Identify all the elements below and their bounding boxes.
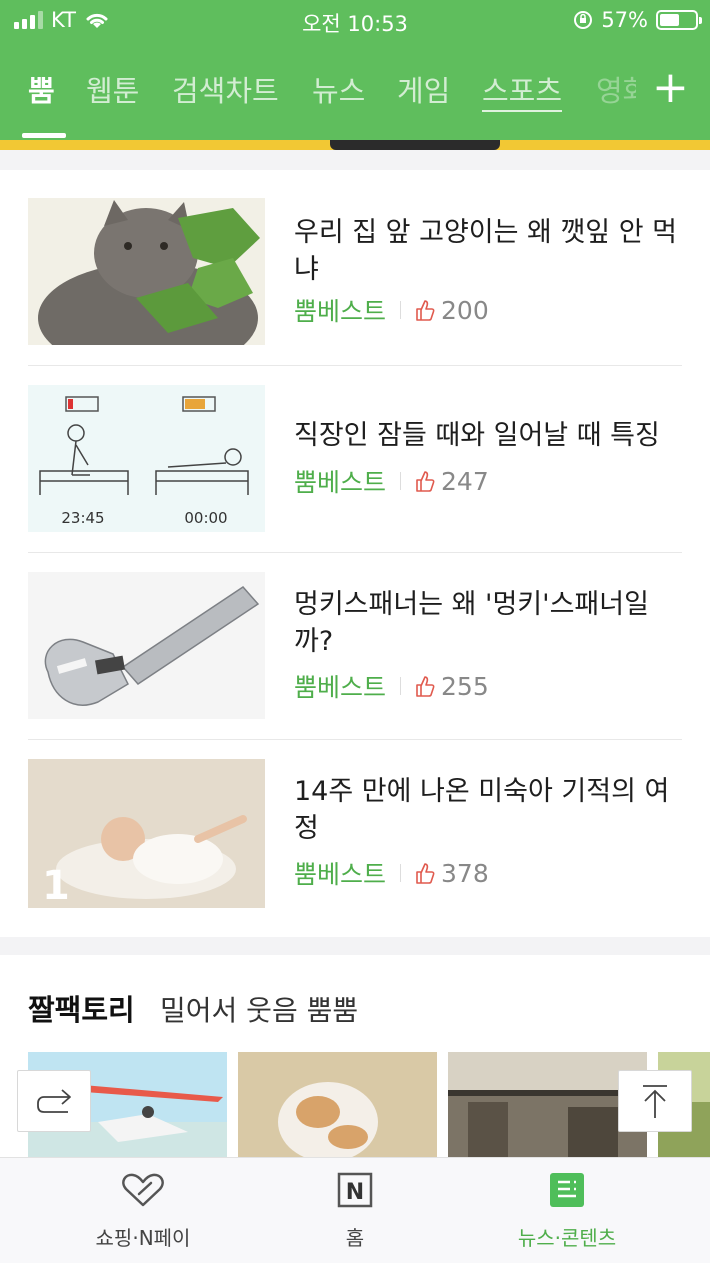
status-right: 57% <box>573 8 702 32</box>
article-title[interactable]: 직장인 잠들 때와 일어날 때 특징 <box>294 417 686 454</box>
meta-divider <box>400 301 402 319</box>
list-item[interactable]: 1 14주 만에 나온 미숙아 기적의 여정 뿜베스트 378 <box>28 759 682 908</box>
article-list: 우리 집 앞 고양이는 왜 깻잎 안 먹냐 뿜베스트 200 23:45 00:… <box>0 170 710 937</box>
wrench-image <box>28 572 265 719</box>
article-title[interactable]: 멍키스패너는 왜 '멍키'스패너일까? <box>294 586 686 660</box>
list-item[interactable]: 우리 집 앞 고양이는 왜 깻잎 안 먹냐 뿜베스트 200 <box>28 198 682 345</box>
nav-label: 뉴스·콘텐츠 <box>517 1226 617 1250</box>
battery-percent: 57% <box>601 8 648 32</box>
like-count: 247 <box>441 466 489 496</box>
meta-divider <box>400 677 402 695</box>
header: KT 오전 10:53 57% 뿜 웹툰 검색차트 뉴스 게임 스포츠 영 + <box>0 0 710 150</box>
article-source[interactable]: 뿜베스트 <box>294 463 386 499</box>
tab-news[interactable]: 뉴스 <box>312 68 365 110</box>
section-subtitle: 밀어서 웃음 뿜뿜 <box>160 994 359 1027</box>
nav-news-content[interactable]: 뉴스·콘텐츠 <box>467 1172 667 1251</box>
divider <box>28 365 682 366</box>
page: KT 오전 10:53 57% 뿜 웹툰 검색차트 뉴스 게임 스포츠 영 + … <box>0 0 710 1263</box>
banner-edge-dark <box>330 140 500 150</box>
article-source[interactable]: 뿜베스트 <box>294 292 386 328</box>
cat-image <box>28 198 265 345</box>
n-logo-glyph: N <box>346 1180 364 1205</box>
article-source[interactable]: 뿜베스트 <box>294 855 386 891</box>
n-logo-icon: N <box>337 1172 373 1208</box>
nav-label: 홈 <box>345 1226 365 1250</box>
share-icon <box>37 1089 71 1113</box>
tab-ppum[interactable]: 뿜 <box>28 68 55 110</box>
article-thumbnail[interactable] <box>28 198 265 345</box>
thumb-badge: 1 <box>42 863 70 908</box>
add-tab-button[interactable]: + <box>652 66 689 110</box>
heart-icon <box>122 1173 164 1207</box>
nav-home[interactable]: N 홈 <box>255 1172 455 1251</box>
list-item[interactable]: 멍키스패너는 왜 '멍키'스패너일까? 뿜베스트 255 <box>28 572 682 719</box>
article-thumbnail[interactable] <box>28 572 265 719</box>
thumb-time-right: 00:00 <box>184 509 227 527</box>
article-thumbnail[interactable]: 1 <box>28 759 265 908</box>
article-source[interactable]: 뿜베스트 <box>294 668 386 704</box>
article-meta: 뿜베스트 200 <box>294 292 489 328</box>
article-title[interactable]: 14주 만에 나온 미숙아 기적의 여정 <box>294 773 686 847</box>
thumbs-up-icon <box>416 863 435 884</box>
article-title[interactable]: 우리 집 앞 고양이는 왜 깻잎 안 먹냐 <box>294 214 686 288</box>
thumbs-up-icon <box>416 676 435 697</box>
meta-divider <box>400 472 402 490</box>
section-title: 짤팩토리 <box>28 993 135 1027</box>
article-meta: 뿜베스트 247 <box>294 463 489 499</box>
article-thumbnail[interactable]: 23:45 00:00 <box>28 385 265 532</box>
status-bar: KT 오전 10:53 57% <box>0 0 710 42</box>
battery-fill <box>660 14 680 26</box>
battery-icon <box>656 10 702 30</box>
divider <box>28 739 682 740</box>
like-count: 378 <box>441 858 489 888</box>
tab-game[interactable]: 게임 <box>397 68 450 110</box>
nav-label: 쇼핑·N페이 <box>95 1226 191 1250</box>
tab-search-chart[interactable]: 검색차트 <box>172 68 279 110</box>
gif-card[interactable] <box>238 1052 437 1162</box>
article-meta: 뿜베스트 255 <box>294 668 489 704</box>
thumbs-up-icon <box>416 471 435 492</box>
share-button[interactable] <box>17 1070 91 1132</box>
nav-shopping[interactable]: 쇼핑·N페이 <box>43 1172 243 1251</box>
list-item[interactable]: 23:45 00:00 직장인 잠들 때와 일어날 때 특징 뿜베스트 247 <box>28 385 682 532</box>
scroll-top-button[interactable] <box>618 1070 692 1132</box>
bottom-nav: 쇼핑·N페이 N 홈 뉴스·콘텐츠 <box>0 1157 710 1263</box>
category-tabs: 뿜 웹툰 검색차트 뉴스 게임 스포츠 영화 <box>0 58 710 118</box>
divider <box>28 552 682 553</box>
sleep-illustration: 23:45 00:00 <box>28 385 265 532</box>
article-meta: 뿜베스트 378 <box>294 855 489 891</box>
tab-webtoon[interactable]: 웹툰 <box>86 68 139 110</box>
arrow-up-icon <box>643 1085 667 1118</box>
news-icon <box>550 1173 584 1207</box>
active-tab-indicator <box>22 133 66 138</box>
gif-thumbnail <box>238 1052 437 1162</box>
meta-divider <box>400 864 402 882</box>
thumbs-up-icon <box>416 300 435 321</box>
like-count: 255 <box>441 671 489 701</box>
baby-image: 1 <box>28 759 265 908</box>
like-count: 200 <box>441 295 489 325</box>
rotation-lock-icon <box>574 11 593 29</box>
thumb-time-left: 23:45 <box>61 509 104 527</box>
tab-sports[interactable]: 스포츠 <box>482 68 563 112</box>
tab-movie[interactable]: 영화 <box>596 68 636 110</box>
